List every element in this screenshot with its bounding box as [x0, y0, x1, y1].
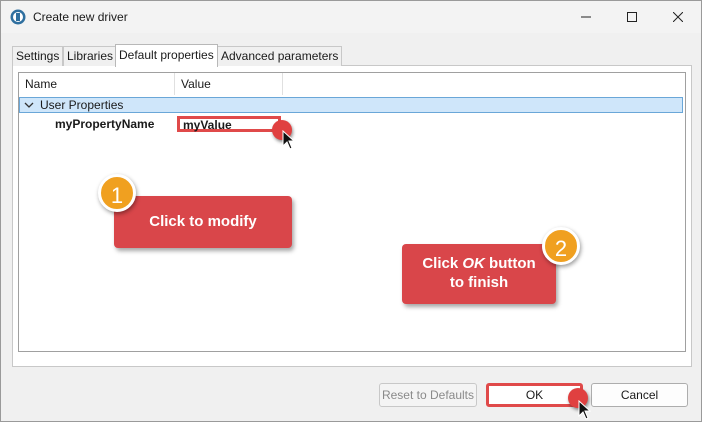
close-icon — [673, 12, 683, 22]
reset-to-defaults-button[interactable]: Reset to Defaults — [379, 383, 477, 407]
callout-2-text-after: button — [484, 255, 536, 272]
mouse-cursor-icon — [578, 400, 592, 420]
callout-step-1: Click to modify — [114, 196, 292, 248]
group-row-user-properties[interactable]: User Properties — [19, 97, 683, 113]
cancel-button[interactable]: Cancel — [591, 383, 688, 407]
callout-step-2: Click OK button to finish — [402, 244, 556, 304]
tab-settings[interactable]: Settings — [12, 46, 64, 66]
property-name: myPropertyName — [55, 117, 155, 131]
minimize-button[interactable] — [563, 1, 609, 33]
app-logo-icon — [10, 9, 26, 25]
step-badge-1: 1 — [98, 174, 136, 212]
step-badge-2: 2 — [542, 227, 580, 265]
close-button[interactable] — [655, 1, 701, 33]
title-bar: Create new driver — [1, 1, 701, 33]
column-header-value[interactable]: Value — [175, 73, 283, 95]
minimize-icon — [581, 16, 591, 18]
callout-2-text-before: Click — [422, 255, 463, 272]
group-label: User Properties — [40, 98, 124, 112]
tab-libraries[interactable]: Libraries — [63, 46, 118, 66]
property-value-field[interactable]: myValue — [177, 116, 281, 132]
callout-2-text-line2: to finish — [449, 274, 509, 291]
maximize-button[interactable] — [609, 1, 655, 33]
column-header-name[interactable]: Name — [19, 73, 175, 95]
chevron-down-icon[interactable] — [24, 99, 34, 111]
window-title: Create new driver — [33, 10, 128, 24]
tab-default-properties[interactable]: Default properties — [115, 44, 218, 67]
mouse-cursor-icon — [282, 130, 296, 150]
property-value-text: myValue — [183, 118, 232, 132]
maximize-icon — [627, 12, 637, 22]
tab-advanced-parameters[interactable]: Advanced parameters — [217, 46, 343, 66]
callout-2-text-em: OK — [462, 255, 485, 272]
